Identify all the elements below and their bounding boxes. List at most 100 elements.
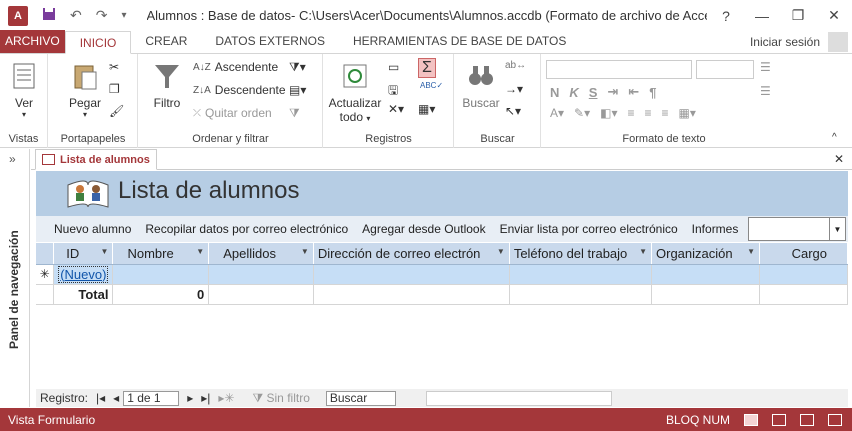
delete-record-icon[interactable]: ✕▾: [388, 102, 404, 116]
align-right-icon[interactable]: ≡: [662, 106, 669, 120]
tab-herramientas[interactable]: HERRAMIENTAS DE BASE DE DATOS: [339, 30, 580, 53]
underline-button[interactable]: S: [589, 85, 598, 100]
align-left-icon[interactable]: ≡: [627, 106, 634, 120]
signin-link[interactable]: Iniciar sesión: [742, 31, 828, 53]
column-header-correo[interactable]: Dirección de correo electrón ▼: [313, 243, 510, 265]
user-avatar[interactable]: [828, 32, 848, 52]
go-to-icon[interactable]: →▾: [505, 82, 523, 96]
filter-status-button[interactable]: ⧩ Sin filtro: [248, 391, 313, 406]
minimize-button[interactable]: —: [744, 0, 780, 31]
font-color-icon[interactable]: A▾: [550, 106, 564, 120]
expand-nav-icon[interactable]: »: [9, 152, 16, 166]
tab-inicio[interactable]: INICIO: [64, 31, 132, 54]
save-icon[interactable]: [42, 7, 56, 24]
nuevo-alumno-button[interactable]: Nuevo alumno: [36, 222, 138, 236]
customize-qat-icon[interactable]: ▾: [121, 10, 126, 21]
collapse-ribbon-icon[interactable]: ^: [832, 132, 837, 143]
font-size-combo[interactable]: [696, 60, 754, 79]
chevron-down-icon[interactable]: ▼: [301, 247, 309, 256]
advanced-filter-icon[interactable]: ▤▾: [289, 83, 306, 97]
highlight-icon[interactable]: ✎▾: [574, 106, 590, 120]
gridlines-icon[interactable]: ▦▾: [679, 106, 696, 120]
bullets-icon[interactable]: ☰: [760, 60, 771, 74]
chevron-down-icon[interactable]: ▼: [497, 247, 505, 256]
redo-icon[interactable]: ↷: [96, 7, 108, 24]
last-record-icon[interactable]: ▸|: [197, 391, 214, 405]
chevron-down-icon[interactable]: ▼: [829, 218, 845, 240]
italic-button[interactable]: K: [569, 85, 578, 100]
record-position-field[interactable]: 1 de 1: [123, 390, 180, 406]
numbering-icon[interactable]: ☰: [760, 84, 771, 98]
help-button[interactable]: ?: [708, 0, 744, 31]
paragraph-icon[interactable]: ¶: [649, 85, 656, 100]
filtro-button[interactable]: Filtro: [147, 60, 187, 110]
chevron-down-icon[interactable]: ▼: [639, 247, 647, 256]
column-header-id[interactable]: ID ▼: [53, 243, 114, 265]
replace-icon[interactable]: ab↔: [505, 60, 526, 71]
first-record-icon[interactable]: |◂: [92, 391, 109, 405]
column-header-nombre[interactable]: Nombre ▼: [112, 243, 210, 265]
nav-pane-label[interactable]: Panel de navegación: [7, 230, 21, 349]
select-icon[interactable]: ↖▾: [505, 104, 521, 118]
toggle-filter-icon[interactable]: ⧩: [289, 106, 300, 121]
chevron-down-icon[interactable]: ▼: [101, 247, 109, 256]
align-center-icon[interactable]: ≡: [645, 106, 652, 120]
spelling-icon[interactable]: ABC✓: [420, 81, 443, 90]
fill-color-icon[interactable]: ◧▾: [600, 106, 617, 120]
cut-icon[interactable]: ✂: [109, 60, 119, 74]
datasheet-view-icon[interactable]: [772, 413, 786, 426]
enviar-lista-button[interactable]: Enviar lista por correo electrónico: [493, 222, 685, 236]
horizontal-scrollbar[interactable]: [425, 390, 612, 406]
selection-filter-icon[interactable]: ⧩▾: [289, 60, 306, 75]
tab-crear[interactable]: CREAR: [131, 30, 201, 53]
new-record-icon[interactable]: ▭: [388, 60, 399, 74]
tab-lista-de-alumnos[interactable]: Lista de alumnos: [35, 149, 157, 170]
restore-button[interactable]: ❐: [780, 0, 816, 31]
telefono-cell[interactable]: [509, 264, 653, 285]
column-header-telefono[interactable]: Teléfono del trabajo ▼: [509, 243, 653, 265]
prev-record-icon[interactable]: ◂: [109, 391, 123, 405]
indent-icon[interactable]: ⇥: [607, 84, 618, 100]
sort-descending-button[interactable]: Z↓A Descendente: [193, 83, 286, 97]
column-header-apellidos[interactable]: Apellidos ▼: [208, 243, 314, 265]
totals-icon[interactable]: Σ: [418, 58, 436, 78]
access-app-icon[interactable]: A: [8, 5, 28, 26]
close-button[interactable]: ✕: [816, 0, 852, 31]
record-search-input[interactable]: Buscar: [325, 390, 396, 406]
design-view-icon[interactable]: [828, 413, 842, 426]
chevron-down-icon[interactable]: ▼: [196, 247, 204, 256]
form-view-icon[interactable]: [744, 413, 758, 426]
format-painter-icon[interactable]: 🖌: [109, 104, 124, 118]
organizacion-cell[interactable]: [651, 264, 761, 285]
quitar-orden-button[interactable]: ⤫ Quitar orden: [193, 106, 272, 120]
new-record-row[interactable]: ✳ (Nuevo): [36, 264, 848, 285]
save-record-icon[interactable]: 🖫: [388, 81, 398, 102]
column-header-cargo[interactable]: Cargo: [759, 243, 848, 265]
recopilar-datos-button[interactable]: Recopilar datos por correo electrónico: [138, 222, 355, 236]
pegar-button[interactable]: Pegar ▾: [67, 60, 103, 119]
chevron-down-icon[interactable]: ▼: [747, 247, 755, 256]
tab-datos-externos[interactable]: DATOS EXTERNOS: [201, 30, 339, 53]
nombre-cell[interactable]: [112, 264, 210, 285]
informes-combo[interactable]: ▼: [748, 217, 846, 241]
sort-ascending-button[interactable]: A↓Z Ascendente: [193, 60, 278, 74]
agregar-outlook-button[interactable]: Agregar desde Outlook: [355, 222, 492, 236]
tab-archivo[interactable]: ARCHIVO: [0, 30, 65, 53]
apellidos-cell[interactable]: [208, 264, 314, 285]
new-record-selector[interactable]: ✳: [36, 264, 55, 285]
new-id-cell[interactable]: (Nuevo): [53, 264, 114, 285]
close-document-icon[interactable]: ✕: [834, 152, 844, 166]
total-value[interactable]: 0: [112, 284, 210, 305]
more-icon[interactable]: ▦▾: [418, 102, 435, 116]
column-header-organizacion[interactable]: Organización ▼: [651, 243, 761, 265]
navigation-pane[interactable]: » Panel de navegación: [0, 149, 30, 407]
bold-button[interactable]: N: [550, 85, 559, 100]
layout-view-icon[interactable]: [800, 413, 814, 426]
actualizar-todo-button[interactable]: Actualizar todo ▾: [328, 60, 382, 124]
new-empty-record-icon[interactable]: ▸✳: [214, 391, 238, 405]
undo-icon[interactable]: ↶: [70, 7, 82, 24]
buscar-button[interactable]: Buscar: [461, 60, 501, 110]
select-all-corner[interactable]: [36, 243, 55, 265]
copy-icon[interactable]: ❐: [109, 82, 120, 96]
font-name-combo[interactable]: [546, 60, 692, 79]
